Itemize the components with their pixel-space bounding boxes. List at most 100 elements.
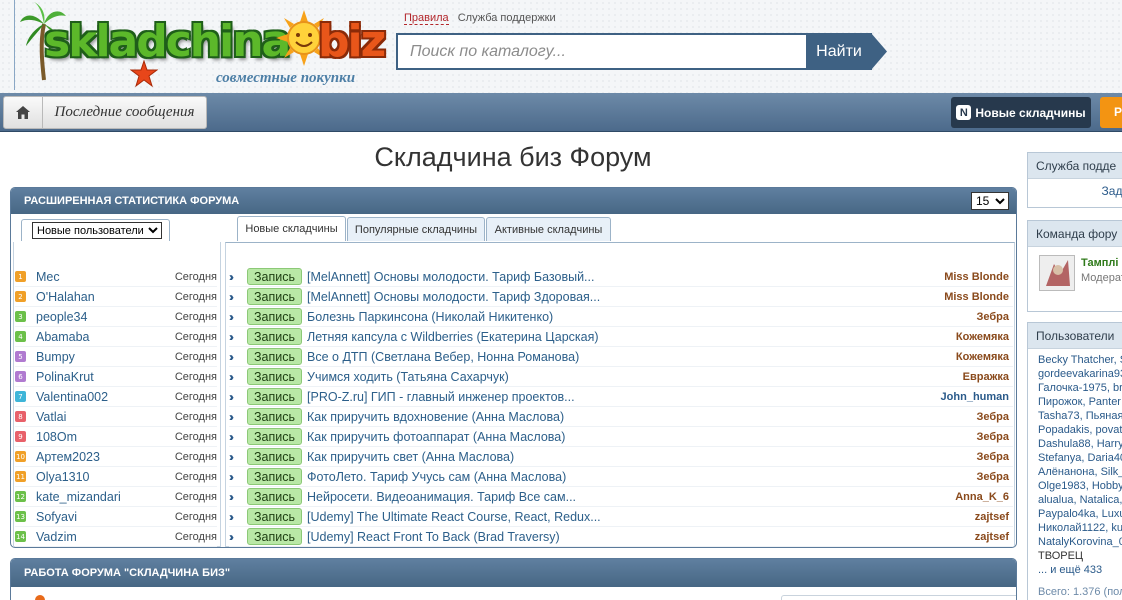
user-row[interactable]: 13 Sofyavi Сегодня <box>15 507 217 527</box>
topic-row[interactable]: ›› Запись [Udemy] The Ultimate React Cours… <box>229 507 1013 527</box>
topic-title-link[interactable]: [Udemy] React Front To Back (Brad Traver… <box>307 530 975 544</box>
online-users-line[interactable]: Николай1122, ku <box>1038 521 1122 535</box>
tab-popular[interactable]: Популярные складчины <box>347 217 485 241</box>
topic-row[interactable]: ›› Запись Все о ДТП (Светлана Вебер, Нонна… <box>229 347 1013 367</box>
topic-title-link[interactable]: ФотоЛето. Тариф Учусь сам (Анна Маслова) <box>307 470 976 484</box>
topic-row[interactable]: ›› Запись Как приручить фотоаппарат (Анна … <box>229 427 1013 447</box>
user-row[interactable]: 4 Abamaba Сегодня <box>15 327 217 347</box>
user-row[interactable]: 12 kate_mizandari Сегодня <box>15 487 217 507</box>
online-users-line[interactable]: Галочка-1975, br <box>1038 381 1122 395</box>
topic-title-link[interactable]: Все о ДТП (Светлана Вебер, Нонна Романов… <box>307 350 956 364</box>
topic-title-link[interactable]: Как приручить свет (Анна Маслова) <box>307 450 976 464</box>
user-row[interactable]: 1 Mec Сегодня <box>15 267 217 287</box>
user-row[interactable]: 14 Vadzim Сегодня <box>15 527 217 547</box>
topic-row[interactable]: ›› Запись Как приручить вдохновение (Анна … <box>229 407 1013 427</box>
orange-nav-button[interactable]: Р <box>1100 97 1122 128</box>
online-users-line[interactable]: alualua, Natalica, <box>1038 493 1122 507</box>
user-name-link[interactable]: Mec <box>36 270 173 284</box>
user-row[interactable]: 5 Bumpy Сегодня <box>15 347 217 367</box>
topic-author-link[interactable]: Зебра <box>977 431 1014 443</box>
support-link[interactable]: Служба поддержки <box>458 12 556 24</box>
users-filter-select[interactable]: Новые пользователи <box>32 222 162 239</box>
user-name-link[interactable]: Sofyavi <box>36 510 173 524</box>
topic-title-link[interactable]: Учимся ходить (Татьяна Сахарчук) <box>307 370 963 384</box>
team-member-name[interactable]: Тамплі <box>1081 257 1118 269</box>
topic-row[interactable]: ›› Запись [MelAnnett] Основы молодости. Та… <box>229 287 1013 307</box>
home-button[interactable] <box>3 96 43 129</box>
topic-row[interactable]: ›› Запись [Udemy] React Front To Back (Bra… <box>229 527 1013 547</box>
topic-title-link[interactable]: Нейросети. Видеоанимация. Тариф Все сам.… <box>307 490 955 504</box>
topic-author-link[interactable]: John_human <box>941 391 1013 403</box>
new-skladchiny-button[interactable]: N Новые складчины <box>951 97 1091 128</box>
online-users-line[interactable]: Dashula88, Harry <box>1038 437 1122 451</box>
user-row[interactable]: 8 Vatlai Сегодня <box>15 407 217 427</box>
topic-title-link[interactable]: Болезнь Паркинсона (Николай Никитенко) <box>307 310 976 324</box>
topic-row[interactable]: ›› Запись [PRO-Z.ru] ГИП - главный инженер… <box>229 387 1013 407</box>
online-users-line[interactable]: Paypalo4ka, Luxu <box>1038 507 1122 521</box>
user-row[interactable]: 11 Olya1310 Сегодня <box>15 467 217 487</box>
topic-title-link[interactable]: Как приручить вдохновение (Анна Маслова) <box>307 410 976 424</box>
topic-row[interactable]: ›› Запись Летняя капсула с Wildberries (Ек… <box>229 327 1013 347</box>
item-count-select[interactable]: 15 <box>971 192 1009 210</box>
user-name-link[interactable]: Valentina002 <box>36 390 173 404</box>
user-row[interactable]: 2 O'Halahan Сегодня <box>15 287 217 307</box>
topic-author-link[interactable]: zajtsef <box>975 511 1013 523</box>
topic-title-link[interactable]: [MelAnnett] Основы молодости. Тариф Базо… <box>307 270 944 284</box>
user-name-link[interactable]: kate_mizandari <box>36 490 173 504</box>
topic-title-link[interactable]: Летняя капсула с Wildberries (Екатерина … <box>307 330 956 344</box>
topic-title-link[interactable]: [MelAnnett] Основы молодости. Тариф Здор… <box>307 290 944 304</box>
topic-title-link[interactable]: Как приручить фотоаппарат (Анна Маслова) <box>307 430 976 444</box>
site-logo[interactable]: skladchina biz совместные покупки <box>18 2 386 90</box>
user-name-link[interactable]: Olya1310 <box>36 470 173 484</box>
search-input[interactable] <box>396 33 808 70</box>
topic-row[interactable]: ›› Запись Нейросети. Видеоанимация. Тариф … <box>229 487 1013 507</box>
topic-row[interactable]: ›› Запись [MelAnnett] Основы молодости. Та… <box>229 267 1013 287</box>
user-name-link[interactable]: Vatlai <box>36 410 173 424</box>
user-name-link[interactable]: people34 <box>36 310 173 324</box>
topic-author-link[interactable]: Anna_K_6 <box>955 491 1013 503</box>
topic-author-link[interactable]: Кожемяка <box>956 351 1013 363</box>
online-more-link[interactable]: ... и ещё 433 <box>1038 563 1122 577</box>
topic-title-link[interactable]: [Udemy] The Ultimate React Course, React… <box>307 510 975 524</box>
topic-row[interactable]: ››Запись[Udemy] React do Zero a Maestria… <box>229 547 1013 548</box>
topic-author-link[interactable]: Зебра <box>977 411 1014 423</box>
topic-author-link[interactable]: Miss Blonde <box>944 291 1013 303</box>
online-users-line[interactable]: Popadakis, povat <box>1038 423 1122 437</box>
user-name-link[interactable]: Артем2023 <box>36 450 173 464</box>
topic-author-link[interactable]: Miss Blonde <box>944 271 1013 283</box>
topic-author-link[interactable]: Зебра <box>977 471 1014 483</box>
topic-author-link[interactable]: Кожемяка <box>956 331 1013 343</box>
topic-row[interactable]: ›› Запись Как приручить свет (Анна Маслова… <box>229 447 1013 467</box>
user-row[interactable]: 9 108Om Сегодня <box>15 427 217 447</box>
online-users-line[interactable]: Stefanya, Daria40 <box>1038 451 1122 465</box>
online-users-line[interactable]: Olge1983, Hobby <box>1038 479 1122 493</box>
rules-link[interactable]: Правила <box>404 12 449 25</box>
topic-title-link[interactable]: [PRO-Z.ru] ГИП - главный инженер проекто… <box>307 390 941 404</box>
online-users-line[interactable]: Алёнанона, Silk_ <box>1038 465 1122 479</box>
topic-author-link[interactable]: Зебра <box>977 311 1014 323</box>
topic-row[interactable]: ›› Запись Болезнь Паркинсона (Николай Ники… <box>229 307 1013 327</box>
support-block-link[interactable]: Зад <box>1028 179 1122 198</box>
topic-row[interactable]: ›› Запись ФотоЛето. Тариф Учусь сам (Анна … <box>229 467 1013 487</box>
online-users-line[interactable]: Tasha73, Пьяная <box>1038 409 1122 423</box>
topic-author-link[interactable]: zajtsef <box>975 531 1013 543</box>
online-users-line[interactable]: ТВОРЕЦ <box>1038 549 1122 563</box>
user-name-link[interactable]: O'Halahan <box>36 290 173 304</box>
user-name-link[interactable]: Vadzim <box>36 530 173 544</box>
online-users-line[interactable]: NatalyKorovina_0 <box>1038 535 1122 549</box>
online-users-line[interactable]: gordeevakarina93 <box>1038 367 1122 381</box>
topic-author-link[interactable]: Евражка <box>963 371 1013 383</box>
online-users-line[interactable]: Пирожок, Panter <box>1038 395 1122 409</box>
tab-new[interactable]: Новые складчины <box>237 216 346 241</box>
user-row[interactable]: 10 Артем2023 Сегодня <box>15 447 217 467</box>
topic-row[interactable]: ›› Запись Учимся ходить (Татьяна Сахарчук)… <box>229 367 1013 387</box>
user-row[interactable]: 15Sutyagina-annСегодня <box>15 547 217 548</box>
user-name-link[interactable]: PolinaKrut <box>36 370 173 384</box>
tab-active[interactable]: Активные складчины <box>486 217 611 241</box>
online-users-line[interactable]: Becky Thatcher, S <box>1038 353 1122 367</box>
topic-author-link[interactable]: Зебра <box>977 451 1014 463</box>
avatar[interactable] <box>1039 255 1075 291</box>
search-button[interactable]: Найти <box>806 33 872 70</box>
user-name-link[interactable]: 108Om <box>36 430 173 444</box>
user-name-link[interactable]: Bumpy <box>36 350 173 364</box>
